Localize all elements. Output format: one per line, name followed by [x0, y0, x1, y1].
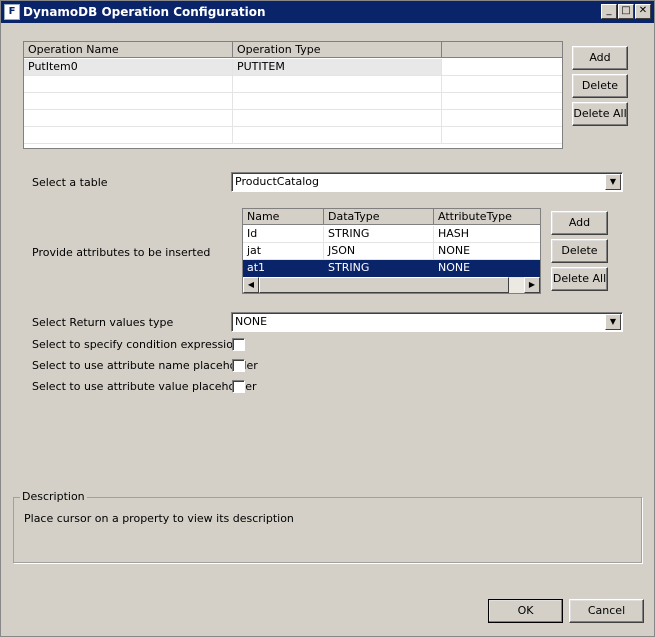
- chevron-down-icon[interactable]: ▼: [605, 174, 621, 190]
- maximize-button[interactable]: □: [618, 4, 634, 19]
- table-row-cell[interactable]: [442, 110, 562, 127]
- select-table-label: Select a table: [32, 176, 108, 189]
- table-row-cell[interactable]: PUTITEM: [233, 59, 442, 76]
- column-header-operation-name[interactable]: Operation Name: [24, 42, 233, 58]
- return-values-select-value: NONE: [235, 315, 268, 328]
- chevron-down-icon[interactable]: ▼: [605, 314, 621, 330]
- title-bar[interactable]: F DynamoDB Operation Configuration _ □ ✕: [1, 1, 654, 23]
- table-row-cell[interactable]: [233, 127, 442, 144]
- return-values-label: Select Return values type: [32, 316, 174, 329]
- table-row-cell[interactable]: [442, 59, 562, 76]
- dialog-window: F DynamoDB Operation Configuration _ □ ✕…: [0, 0, 655, 637]
- minimize-button[interactable]: _: [601, 4, 617, 19]
- scroll-thumb[interactable]: [259, 277, 509, 293]
- value-placeholder-label: Select to use attribute value placeholde…: [32, 380, 257, 393]
- condition-expression-checkbox[interactable]: [232, 338, 245, 351]
- name-placeholder-label: Select to use attribute name placeholder: [32, 359, 258, 372]
- description-groupbox: Description Place cursor on a property t…: [13, 490, 642, 563]
- operations-grid[interactable]: Operation Name Operation Type PutItem0 P…: [23, 41, 563, 149]
- delete-operation-button[interactable]: Delete: [572, 74, 628, 98]
- table-row-cell[interactable]: [24, 127, 233, 144]
- column-header-name[interactable]: Name: [243, 209, 324, 225]
- delete-all-attributes-button[interactable]: Delete All: [551, 267, 608, 291]
- value-placeholder-checkbox[interactable]: [232, 380, 245, 393]
- table-row-cell[interactable]: [233, 76, 442, 93]
- app-icon: F: [4, 4, 20, 20]
- ok-button[interactable]: OK: [488, 599, 563, 623]
- attributes-grid[interactable]: Name DataType AttributeType Id STRING HA…: [242, 208, 541, 294]
- table-row-cell[interactable]: [442, 93, 562, 110]
- delete-attribute-button[interactable]: Delete: [551, 239, 608, 263]
- table-row-cell[interactable]: PutItem0: [24, 59, 233, 76]
- table-row-cell[interactable]: [233, 110, 442, 127]
- table-select[interactable]: ProductCatalog ▼: [231, 172, 623, 192]
- scroll-right-icon[interactable]: ▶: [524, 277, 540, 293]
- table-row-cell[interactable]: [233, 93, 442, 110]
- table-row-cell[interactable]: [442, 127, 562, 144]
- scroll-left-icon[interactable]: ◀: [243, 277, 259, 293]
- table-row-cell-selected[interactable]: NONE: [434, 260, 540, 277]
- table-row-cell-selected[interactable]: STRING: [324, 260, 434, 277]
- return-values-select[interactable]: NONE ▼: [231, 312, 623, 332]
- table-row-cell[interactable]: [442, 76, 562, 93]
- column-header-datatype[interactable]: DataType: [324, 209, 434, 225]
- column-header-attributetype[interactable]: AttributeType: [434, 209, 540, 225]
- table-row-cell[interactable]: Id: [243, 226, 324, 243]
- column-header-empty: [442, 42, 562, 58]
- description-text: Place cursor on a property to view its d…: [24, 512, 294, 525]
- close-button[interactable]: ✕: [635, 4, 651, 19]
- add-attribute-button[interactable]: Add: [551, 211, 608, 235]
- table-row-cell[interactable]: STRING: [324, 226, 434, 243]
- attributes-label: Provide attributes to be inserted: [32, 246, 211, 259]
- table-row-cell[interactable]: [24, 93, 233, 110]
- window-title: DynamoDB Operation Configuration: [23, 5, 266, 19]
- name-placeholder-checkbox[interactable]: [232, 359, 245, 372]
- table-row-cell-selected[interactable]: at1: [243, 260, 324, 277]
- table-row-cell[interactable]: JSON: [324, 243, 434, 260]
- table-row-cell[interactable]: HASH: [434, 226, 540, 243]
- condition-expression-label: Select to specify condition expression: [32, 338, 240, 351]
- table-row-cell[interactable]: NONE: [434, 243, 540, 260]
- table-select-value: ProductCatalog: [235, 175, 320, 188]
- description-legend: Description: [20, 490, 87, 503]
- column-header-operation-type[interactable]: Operation Type: [233, 42, 442, 58]
- table-row-cell[interactable]: [24, 110, 233, 127]
- table-row-cell[interactable]: [24, 76, 233, 93]
- table-row-cell[interactable]: jat: [243, 243, 324, 260]
- delete-all-operations-button[interactable]: Delete All: [572, 102, 628, 126]
- horizontal-scrollbar[interactable]: ◀ ▶: [243, 277, 540, 293]
- cancel-button[interactable]: Cancel: [569, 599, 644, 623]
- add-operation-button[interactable]: Add: [572, 46, 628, 70]
